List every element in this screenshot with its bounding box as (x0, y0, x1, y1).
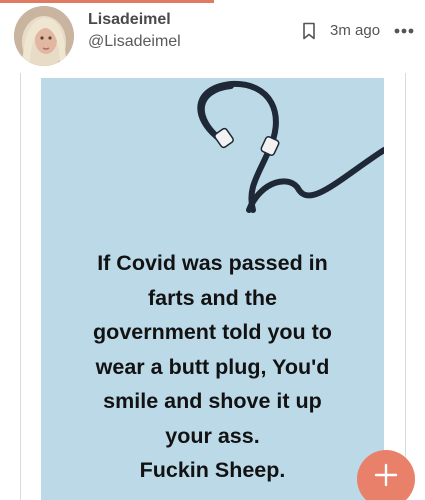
card-border-right (405, 73, 406, 500)
meme-line: your ass. (165, 423, 260, 448)
card-border-left (20, 73, 21, 500)
meme-caption: If Covid was passed in farts and the gov… (41, 246, 384, 488)
meme-line: government told you to (93, 320, 332, 344)
meme-line: wear a butt plug, You'd (95, 354, 330, 379)
more-options-icon[interactable] (394, 27, 414, 35)
meme-line: If Covid was passed in (97, 251, 328, 275)
avatar[interactable] (14, 6, 74, 66)
bookmark-icon[interactable] (302, 22, 316, 40)
meme-image[interactable]: If Covid was passed in farts and the gov… (41, 78, 384, 500)
stethoscope-icon (197, 80, 384, 213)
author-handle[interactable]: @Lisadeimel (88, 33, 181, 51)
create-post-button[interactable] (357, 450, 415, 500)
post-screen: Lisadeimel @Lisadeimel 3m ago If Covid w… (0, 0, 425, 500)
post-header: Lisadeimel @Lisadeimel 3m ago (0, 3, 425, 71)
meme-line: Fuckin Sheep. (139, 458, 286, 482)
plus-icon (374, 463, 398, 487)
author-display-name[interactable]: Lisadeimel (88, 11, 171, 29)
meme-line: farts and the (147, 285, 278, 310)
post-timestamp: 3m ago (330, 22, 381, 39)
avatar-photo (14, 6, 74, 66)
meme-line: smile and shove it up (103, 389, 322, 413)
